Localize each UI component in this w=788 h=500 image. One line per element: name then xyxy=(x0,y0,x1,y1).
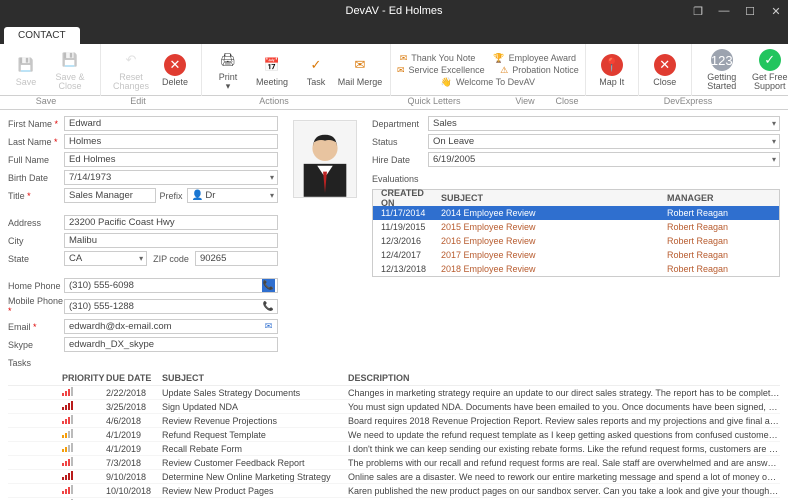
home-phone-input[interactable]: (310) 555-6098📞 xyxy=(64,278,278,293)
maximize-icon[interactable]: ☐ xyxy=(742,3,758,19)
state-select[interactable]: CA xyxy=(64,251,147,266)
email-input[interactable]: edwardh@dx-email.com✉ xyxy=(64,319,278,334)
task-row[interactable]: 4/1/2019Recall Rebate FormI don't think … xyxy=(8,442,780,456)
state-label: State xyxy=(8,254,64,264)
evaluation-row[interactable]: 12/3/20162016 Employee ReviewRobert Reag… xyxy=(373,234,779,248)
save-close-button[interactable]: 💾Save & Close xyxy=(46,45,94,95)
evaluation-row[interactable]: 11/19/20152015 Employee ReviewRobert Rea… xyxy=(373,220,779,234)
zip-label: ZIP code xyxy=(153,254,189,264)
priority-icon xyxy=(62,430,73,438)
delete-button[interactable]: ✕Delete xyxy=(155,45,195,95)
last-name-input[interactable]: Holmes xyxy=(64,134,278,149)
meeting-button[interactable]: 📅Meeting xyxy=(248,45,296,95)
address-input[interactable]: 23200 Pacific Coast Hwy xyxy=(64,215,278,230)
mobile-phone-label: Mobile Phone xyxy=(8,296,64,316)
first-name-label: First Name xyxy=(8,119,64,129)
email-label: Email xyxy=(8,322,64,332)
priority-icon xyxy=(62,388,73,396)
priority-icon xyxy=(62,472,73,480)
full-name-label: Full Name xyxy=(8,155,64,165)
evaluation-row[interactable]: 12/13/20182018 Employee ReviewRobert Rea… xyxy=(373,262,779,276)
ribbon-group-labels: Save Edit Actions Quick Letters View Clo… xyxy=(0,96,788,110)
ribbon-tab-strip: CONTACT xyxy=(0,22,788,44)
task-row[interactable]: 7/3/2018Review Customer Feedback ReportT… xyxy=(8,456,780,470)
hire-date-label: Hire Date xyxy=(372,155,428,165)
map-it-button[interactable]: 📍Map It xyxy=(592,45,632,95)
mail-icon[interactable]: ✉ xyxy=(262,320,275,333)
tasks-grid[interactable]: PRIORITYDUE DATESUBJECTDESCRIPTION 2/22/… xyxy=(8,370,780,500)
task-row[interactable]: 4/1/2019Refund Request TemplateWe need t… xyxy=(8,428,780,442)
restore-down-icon[interactable]: ❐ xyxy=(690,3,706,19)
close-button[interactable]: ✕Close xyxy=(645,45,685,95)
quick-letters-list[interactable]: ✉Thank You Note 🏆Employee Award ✉Service… xyxy=(391,44,586,96)
content-area: First NameEdward Last NameHolmes Full Na… xyxy=(0,110,788,500)
last-name-label: Last Name xyxy=(8,137,64,147)
print-button[interactable]: 🖨Print ▾ xyxy=(208,45,248,95)
city-label: City xyxy=(8,236,64,246)
first-name-input[interactable]: Edward xyxy=(64,116,278,131)
task-row[interactable]: 2/22/2018Update Sales Strategy Documents… xyxy=(8,386,780,400)
birth-date-label: Birth Date xyxy=(8,173,64,183)
skype-label: Skype xyxy=(8,340,64,350)
zip-input[interactable]: 90265 xyxy=(195,251,278,266)
get-support-button[interactable]: ✓Get Free Support xyxy=(746,45,788,95)
title-label: Title xyxy=(8,191,64,201)
priority-icon xyxy=(62,444,73,452)
tab-contact[interactable]: CONTACT xyxy=(4,27,80,44)
task-button[interactable]: ✓Task xyxy=(296,45,336,95)
tasks-title: Tasks xyxy=(8,358,780,368)
reset-changes-button[interactable]: ↶Reset Changes xyxy=(107,45,155,95)
status-label: Status xyxy=(372,137,428,147)
task-row[interactable]: 10/10/2018Review New Product PagesKaren … xyxy=(8,484,780,498)
status-select[interactable]: On Leave xyxy=(428,134,780,149)
evaluations-grid[interactable]: CREATED ONSUBJECTMANAGER 11/17/20142014 … xyxy=(372,189,780,277)
address-label: Address xyxy=(8,218,64,228)
person-icon: 👤 xyxy=(192,190,204,201)
home-phone-label: Home Phone xyxy=(8,281,64,291)
phone-icon[interactable]: 📞 xyxy=(262,279,275,292)
ribbon: 💾Save 💾Save & Close ↶Reset Changes ✕Dele… xyxy=(0,44,788,96)
priority-icon xyxy=(62,416,73,424)
close-icon[interactable]: ✕ xyxy=(768,3,784,19)
birth-date-input[interactable]: 7/14/1973 xyxy=(64,170,278,185)
task-row[interactable]: 3/25/2018Sign Updated NDAYou must sign u… xyxy=(8,400,780,414)
mobile-phone-input[interactable]: (310) 555-1288📞 xyxy=(64,299,278,314)
full-name-input[interactable]: Ed Holmes xyxy=(64,152,278,167)
priority-icon xyxy=(62,402,73,410)
minimize-icon[interactable]: — xyxy=(716,3,732,19)
hire-date-input[interactable]: 6/19/2005 xyxy=(428,152,780,167)
department-label: Department xyxy=(372,119,428,129)
city-input[interactable]: Malibu xyxy=(64,233,278,248)
evaluations-title: Evaluations xyxy=(372,170,780,186)
phone-icon[interactable]: 📞 xyxy=(262,300,275,313)
getting-started-button[interactable]: 123Getting Started xyxy=(698,45,746,95)
title-input[interactable]: Sales Manager xyxy=(64,188,156,203)
task-row[interactable]: 4/6/2018Review Revenue ProjectionsBoard … xyxy=(8,414,780,428)
evaluation-row[interactable]: 12/4/20172017 Employee ReviewRobert Reag… xyxy=(373,248,779,262)
title-bar: DevAV - Ed Holmes ❐ — ☐ ✕ xyxy=(0,0,788,22)
window-title: DevAV - Ed Holmes xyxy=(346,5,443,17)
evaluation-row[interactable]: 11/17/20142014 Employee ReviewRobert Rea… xyxy=(373,206,779,220)
prefix-select[interactable]: 👤Dr xyxy=(187,188,279,203)
priority-icon xyxy=(62,458,73,466)
priority-icon xyxy=(62,486,73,494)
prefix-label: Prefix xyxy=(160,191,183,201)
mail-merge-button[interactable]: ✉Mail Merge xyxy=(336,45,384,95)
task-row[interactable]: 9/10/2018Determine New Online Marketing … xyxy=(8,470,780,484)
save-button[interactable]: 💾Save xyxy=(6,45,46,95)
skype-input[interactable]: edwardh_DX_skype xyxy=(64,337,278,352)
department-select[interactable]: Sales xyxy=(428,116,780,131)
avatar xyxy=(293,120,357,198)
